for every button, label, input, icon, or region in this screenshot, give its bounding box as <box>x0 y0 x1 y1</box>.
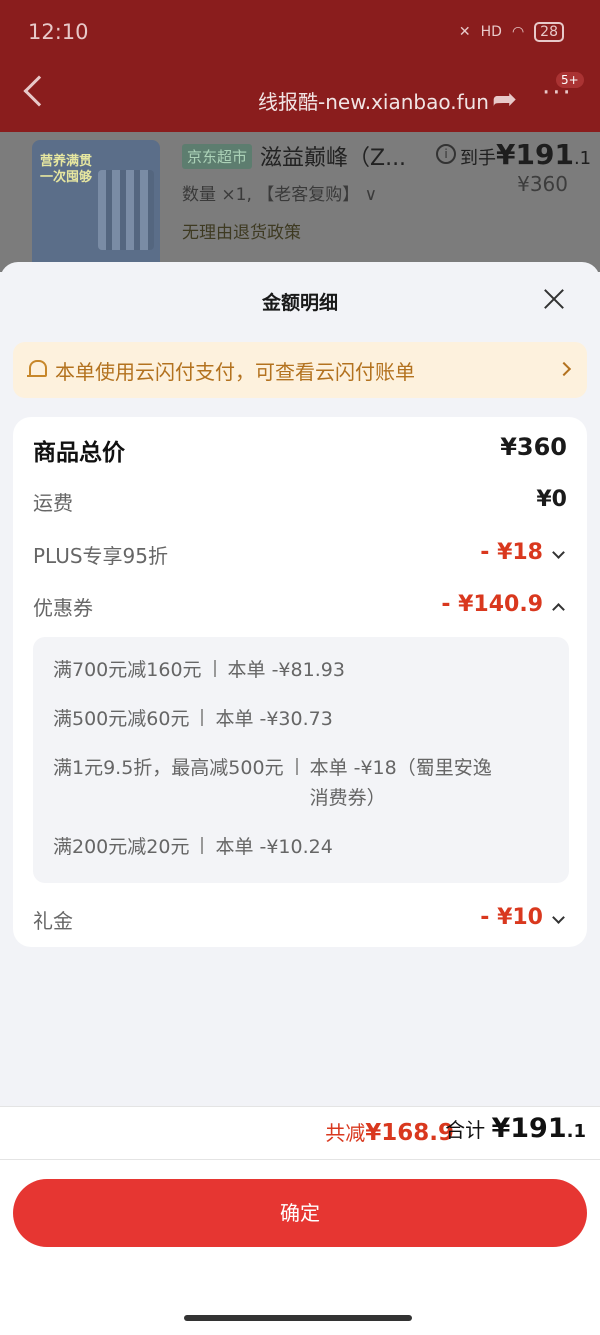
status-icons: ✕ HD ◠ 28 <box>459 22 564 42</box>
sheet-title: 金额明细 <box>261 292 338 314</box>
coupon-item: 满1元9.5折，最高减500元 本单 -¥18（蜀里安逸消费券） <box>53 753 510 813</box>
nav-bar: 线报酷-new.xianbao.fun ➦ ··· 5+ <box>0 66 600 132</box>
coupon-deduction: 本单 -¥18（蜀里安逸消费券） <box>309 757 492 809</box>
home-indicator[interactable] <box>184 1315 412 1321</box>
amount-detail-card: 商品总价 ¥360 运费 ¥0 PLUS专享95折 - ¥18 优惠券 - ¥1… <box>13 417 587 947</box>
coupon-rule: 满1元9.5折，最高减500元 <box>53 757 284 779</box>
return-policy: 无理由退货政策 <box>182 223 301 243</box>
thumb-cans-graphic <box>98 170 154 250</box>
grand-total: 合计 ¥191.1 <box>445 1113 586 1144</box>
back-arrow-icon[interactable] <box>23 75 55 107</box>
chevron-right-icon <box>556 361 572 377</box>
chevron-down-icon <box>552 911 565 924</box>
status-bar: 12:10 ✕ HD ◠ 28 <box>0 0 600 66</box>
row-label: 礼金 <box>33 909 73 933</box>
row-value: - ¥10 <box>480 905 543 930</box>
divider <box>213 660 216 677</box>
confirm-button[interactable]: 确定 <box>13 1179 587 1247</box>
row-gift[interactable]: 礼金 - ¥10 <box>33 905 567 941</box>
product-title[interactable]: 滋益巅峰（Z... <box>260 140 406 172</box>
quantity[interactable]: 数量 ×1, 【老客复购】 ∨ <box>182 180 377 205</box>
final-price: 到手¥191.1 <box>460 138 592 171</box>
order-header: 12:10 ✕ HD ◠ 28 线报酷-new.xianbao.fun ➦ ··… <box>0 0 600 132</box>
store-tag: 京东超市 <box>182 144 253 169</box>
divider <box>201 837 204 854</box>
info-icon[interactable]: i <box>436 144 456 164</box>
wifi-icon: ◠ <box>511 24 525 40</box>
divider <box>295 758 298 775</box>
row-label: 优惠券 <box>33 596 93 620</box>
battery-icon: 28 <box>534 22 564 42</box>
divider <box>201 709 204 726</box>
row-value: - ¥140.9 <box>441 592 543 617</box>
total-saved: 共减¥168.9 <box>325 1120 454 1146</box>
row-label: 商品总价 <box>33 440 125 466</box>
mute-icon: ✕ <box>458 24 471 40</box>
close-icon[interactable] <box>543 288 565 310</box>
payment-notice[interactable]: 本单使用云闪付支付，可查看云闪付账单 <box>13 342 587 398</box>
summary-bar: 共减¥168.9 合计 ¥191.1 <box>0 1106 600 1160</box>
coupon-deduction: 本单 -¥81.93 <box>227 659 345 681</box>
watermark: 线报酷-new.xianbao.fun <box>258 90 489 114</box>
row-value: - ¥18 <box>480 540 543 565</box>
row-value: ¥360 <box>500 433 567 461</box>
amount-detail-sheet: 金额明细 本单使用云闪付支付，可查看云闪付账单 商品总价 ¥360 运费 ¥0 … <box>0 262 600 1335</box>
coupon-list: 满700元减160元 本单 -¥81.93 满500元减60元 本单 -¥30.73… <box>33 637 569 883</box>
notice-text: 本单使用云闪付支付，可查看云闪付账单 <box>55 360 415 384</box>
row-plus-discount[interactable]: PLUS专享95折 - ¥18 <box>33 540 567 576</box>
coupon-item: 满200元减20元 本单 -¥10.24 <box>53 832 333 862</box>
coupon-deduction: 本单 -¥10.24 <box>215 836 333 858</box>
coupon-deduction: 本单 -¥30.73 <box>215 708 333 730</box>
row-value: ¥0 <box>536 487 567 512</box>
row-shipping: 运费 ¥0 <box>33 487 567 523</box>
bottom-actions: 确定 <box>0 1160 600 1335</box>
product-summary: 营养满贯 一次囤够 京东超市 滋益巅峰（Z... i 到手¥191.1 ¥360… <box>0 132 600 272</box>
product-image[interactable]: 营养满贯 一次囤够 <box>32 140 160 270</box>
chevron-up-icon <box>552 603 565 616</box>
row-coupon[interactable]: 优惠券 - ¥140.9 <box>33 592 567 628</box>
share-icon[interactable]: ➦ <box>492 82 517 117</box>
bell-icon <box>27 360 47 380</box>
status-time: 12:10 <box>28 20 89 44</box>
chevron-down-icon <box>552 546 565 559</box>
signal-icon: HD <box>480 24 502 40</box>
original-price: ¥360 <box>517 172 568 196</box>
coupon-rule: 满500元减60元 <box>53 708 190 730</box>
thumb-text: 营养满贯 一次囤够 <box>40 154 93 185</box>
row-total: 商品总价 ¥360 <box>33 433 567 469</box>
coupon-rule: 满700元减160元 <box>53 659 202 681</box>
more-badge: 5+ <box>556 72 584 88</box>
row-label: PLUS专享95折 <box>33 544 168 568</box>
coupon-item: 满700元减160元 本单 -¥81.93 <box>53 655 345 685</box>
row-label: 运费 <box>33 491 73 515</box>
coupon-rule: 满200元减20元 <box>53 836 190 858</box>
coupon-item: 满500元减60元 本单 -¥30.73 <box>53 704 333 734</box>
